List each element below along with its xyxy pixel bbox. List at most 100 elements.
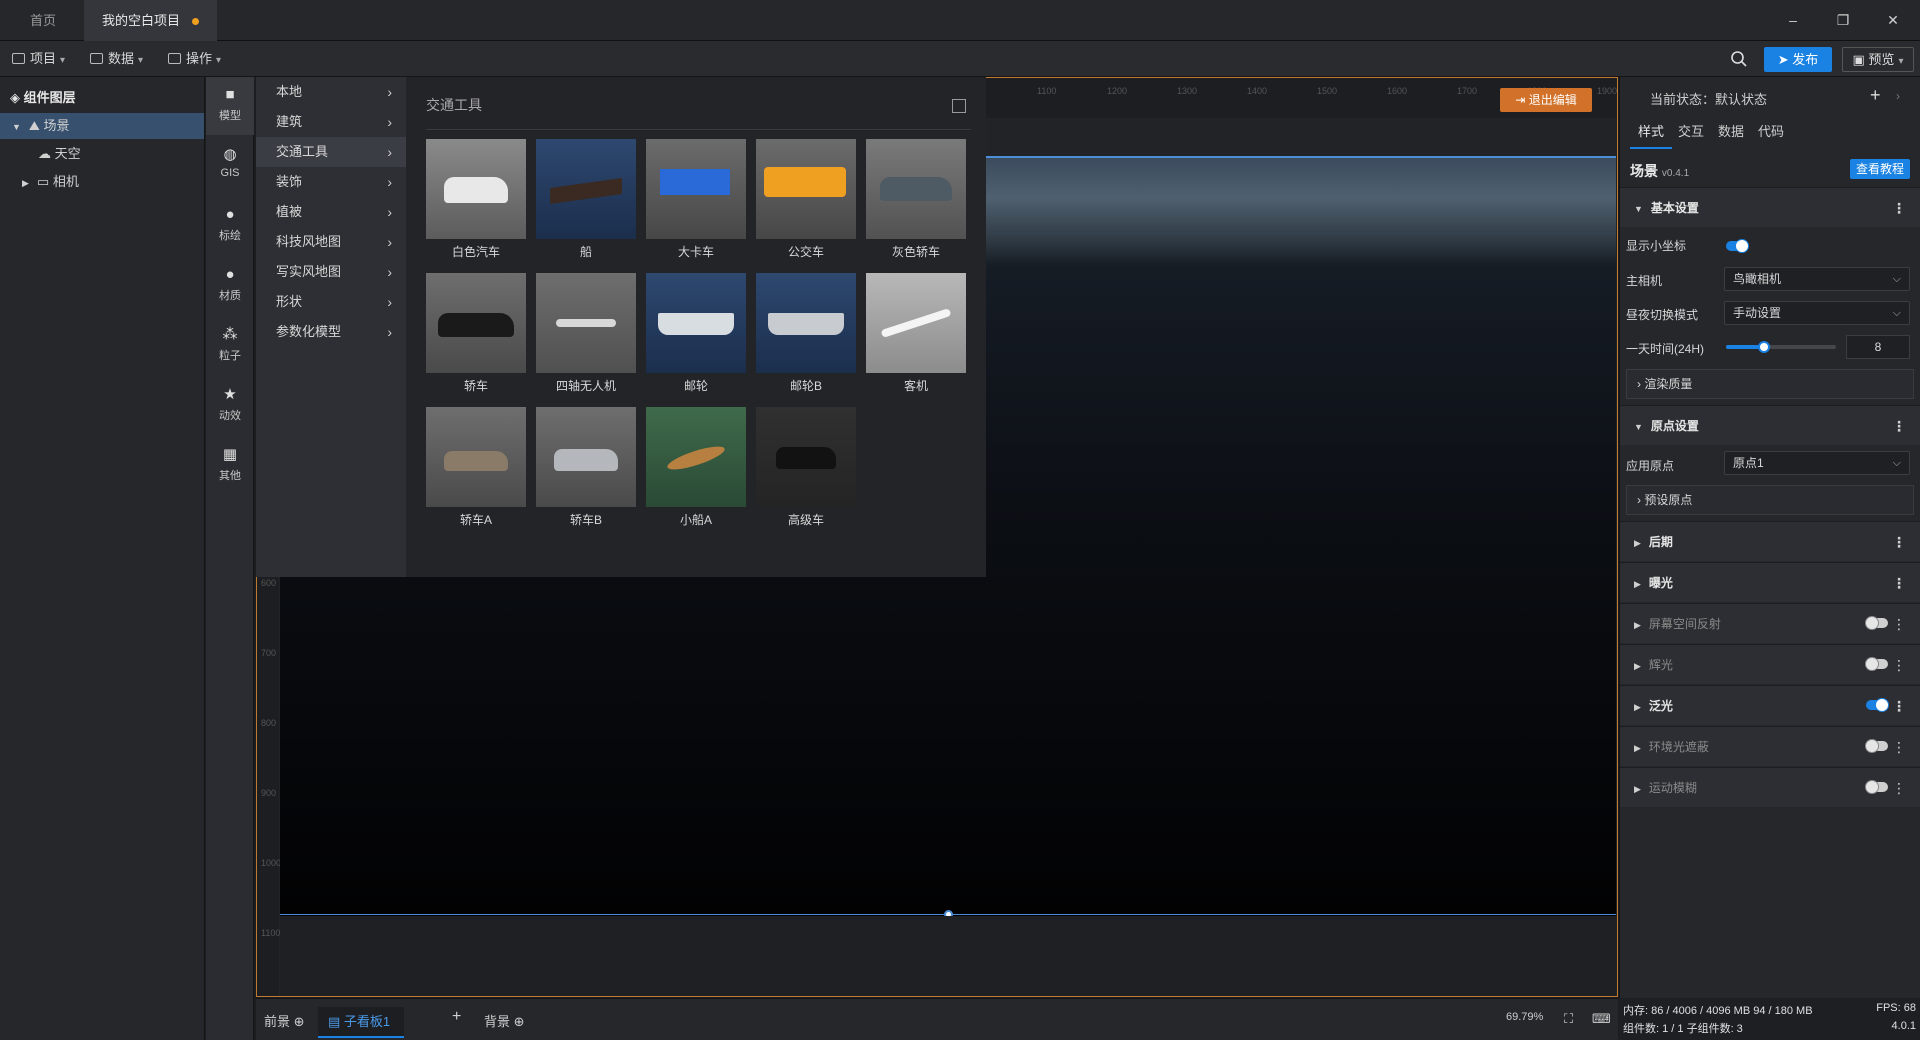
preview-button[interactable]: ▣ 预览 ▾ bbox=[1842, 47, 1914, 72]
bloom-toggle[interactable] bbox=[1866, 698, 1889, 712]
globe-icon: ◍ bbox=[223, 146, 237, 163]
tab-data[interactable]: 数据 bbox=[1718, 121, 1744, 140]
menu-data[interactable]: 数据 ▾ bbox=[90, 47, 143, 71]
more-icon[interactable]: ⋮ bbox=[1892, 522, 1906, 562]
model-thumb-airliner[interactable] bbox=[866, 273, 966, 373]
section-post[interactable]: ▶ 后期 ⋮ bbox=[1620, 521, 1920, 561]
rail-item-other[interactable]: ▦ 其他 bbox=[206, 437, 254, 495]
section-origin[interactable]: ▼ 原点设置 ⋮ bbox=[1620, 405, 1920, 445]
rail-item-material[interactable]: ● 材质 bbox=[206, 257, 254, 315]
glow-toggle[interactable] bbox=[1865, 657, 1888, 671]
layer-item-scene[interactable]: ▼ ⛰ 场景 bbox=[0, 113, 204, 139]
category-vegetation[interactable]: 植被 › bbox=[256, 197, 406, 227]
rail-item-effects[interactable]: ★ 动效 bbox=[206, 377, 254, 435]
section-glow[interactable]: ▶ 辉光 ⋮ bbox=[1620, 644, 1920, 684]
expand-triangle-icon[interactable]: ▶ bbox=[22, 178, 29, 188]
show-axis-toggle[interactable] bbox=[1726, 239, 1749, 253]
minimize-button[interactable]: – bbox=[1780, 8, 1806, 32]
more-icon[interactable]: ⋮ bbox=[1892, 768, 1906, 808]
more-icon[interactable]: ⋮ bbox=[1892, 727, 1906, 767]
add-state-button[interactable]: + bbox=[1870, 85, 1881, 106]
motion-blur-toggle[interactable] bbox=[1865, 780, 1888, 794]
send-icon: ➤ bbox=[1777, 52, 1793, 67]
time-input[interactable]: 8 bbox=[1846, 335, 1910, 359]
model-thumb-truck[interactable] bbox=[646, 139, 746, 239]
preset-origin-group[interactable]: › 预设原点 bbox=[1626, 485, 1914, 515]
category-parametric[interactable]: 参数化模型 › bbox=[256, 317, 406, 347]
section-exposure[interactable]: ▶ 曝光 ⋮ bbox=[1620, 562, 1920, 602]
exit-label: 退出编辑 bbox=[1528, 93, 1577, 107]
time-slider-thumb[interactable] bbox=[1758, 341, 1770, 353]
menu-operations[interactable]: 操作 ▾ bbox=[168, 47, 221, 71]
search-icon[interactable] bbox=[1730, 50, 1748, 68]
model-thumb-sedan[interactable] bbox=[426, 273, 526, 373]
main-camera-select[interactable]: 鸟瞰相机 ⌵ bbox=[1724, 267, 1910, 291]
category-building[interactable]: 建筑 › bbox=[256, 107, 406, 137]
fit-screen-icon[interactable]: ⛶ bbox=[1564, 1011, 1573, 1027]
expand-icon[interactable] bbox=[952, 99, 966, 113]
category-vehicles[interactable]: 交通工具 › bbox=[256, 137, 406, 167]
model-thumb-cruise[interactable] bbox=[646, 273, 746, 373]
category-decor[interactable]: 装饰 › bbox=[256, 167, 406, 197]
tab-code[interactable]: 代码 bbox=[1758, 121, 1784, 140]
apply-origin-select[interactable]: 原点1 ⌵ bbox=[1724, 451, 1910, 475]
more-icon[interactable]: ⋮ bbox=[1892, 188, 1906, 228]
more-icon[interactable]: ⋮ bbox=[1892, 563, 1906, 603]
rail-item-gis[interactable]: ◍ GIS bbox=[206, 137, 254, 195]
chevron-right-icon[interactable]: › bbox=[1896, 89, 1900, 103]
category-local[interactable]: 本地 › bbox=[256, 77, 406, 107]
model-thumb-boat-a[interactable] bbox=[646, 407, 746, 507]
model-thumb-sedan-b[interactable] bbox=[536, 407, 636, 507]
tab-board1[interactable]: ▤ 子看板1 bbox=[318, 1007, 405, 1038]
model-thumb-sedan-a[interactable] bbox=[426, 407, 526, 507]
layer-item-sky[interactable]: ☁ 天空 bbox=[0, 141, 204, 167]
tutorial-button[interactable]: 查看教程 bbox=[1850, 159, 1910, 179]
model-thumb-cruise-b[interactable] bbox=[756, 273, 856, 373]
section-ssr[interactable]: ▶ 屏幕空间反射 ⋮ bbox=[1620, 603, 1920, 643]
model-thumb-bus[interactable] bbox=[756, 139, 856, 239]
expand-triangle-icon[interactable]: ▼ bbox=[12, 122, 21, 132]
zoom-level[interactable]: 69.79% bbox=[1506, 1011, 1543, 1023]
add-circle-icon[interactable]: ⊕ bbox=[294, 1014, 305, 1029]
rail-item-plot[interactable]: ● 标绘 bbox=[206, 197, 254, 255]
more-icon[interactable]: ⋮ bbox=[1892, 406, 1906, 446]
add-circle-icon[interactable]: ⊕ bbox=[514, 1014, 525, 1029]
tab-interaction[interactable]: 交互 bbox=[1678, 121, 1704, 140]
layer-item-camera[interactable]: ▶ ▭ 相机 bbox=[0, 169, 204, 195]
tab-foreground[interactable]: 前景 ⊕ bbox=[264, 1011, 305, 1030]
model-thumb-gray-sedan[interactable] bbox=[866, 139, 966, 239]
tab-project[interactable]: 我的空白项目 bbox=[84, 0, 218, 41]
rail-item-particle[interactable]: ⁂ 粒子 bbox=[206, 317, 254, 375]
section-motion-blur[interactable]: ▶ 运动模糊 ⋮ bbox=[1620, 767, 1920, 807]
tab-home[interactable]: 首页 bbox=[12, 0, 74, 41]
category-real-map[interactable]: 写实风地图 › bbox=[256, 257, 406, 287]
section-basic[interactable]: ▼ 基本设置 ⋮ bbox=[1620, 187, 1920, 227]
more-icon[interactable]: ⋮ bbox=[1892, 604, 1906, 644]
category-shape[interactable]: 形状 › bbox=[256, 287, 406, 317]
add-board-button[interactable]: + bbox=[452, 1008, 461, 1026]
rail-item-model[interactable]: ■ 模型 bbox=[206, 77, 254, 135]
tab-background[interactable]: 背景 ⊕ bbox=[484, 1011, 525, 1030]
ssr-toggle[interactable] bbox=[1865, 616, 1888, 630]
section-ao[interactable]: ▶ 环境光遮蔽 ⋮ bbox=[1620, 726, 1920, 766]
publish-button[interactable]: ➤ 发布 bbox=[1764, 47, 1832, 72]
section-bloom[interactable]: ▶ 泛光 ⋮ bbox=[1620, 685, 1920, 725]
more-icon[interactable]: ⋮ bbox=[1892, 645, 1906, 685]
exit-edit-button[interactable]: ⇥ 退出编辑 bbox=[1500, 88, 1592, 112]
menu-project[interactable]: 项目 ▾ bbox=[12, 47, 65, 71]
daynight-select[interactable]: 手动设置 ⌵ bbox=[1724, 301, 1910, 325]
model-thumb-white-car[interactable] bbox=[426, 139, 526, 239]
model-thumb-luxury-car[interactable] bbox=[756, 407, 856, 507]
model-thumb-ship[interactable] bbox=[536, 139, 636, 239]
render-quality-group[interactable]: › 渲染质量 bbox=[1626, 369, 1914, 399]
tab-style[interactable]: 样式 bbox=[1638, 121, 1664, 140]
ao-toggle[interactable] bbox=[1865, 739, 1888, 753]
keyboard-icon[interactable]: ⌨ bbox=[1592, 1011, 1611, 1027]
close-button[interactable]: ✕ bbox=[1880, 8, 1906, 32]
more-icon[interactable]: ⋮ bbox=[1892, 686, 1906, 726]
category-tech-map[interactable]: 科技风地图 › bbox=[256, 227, 406, 257]
bus-shape bbox=[764, 167, 846, 197]
restore-button[interactable]: ❐ bbox=[1830, 8, 1856, 32]
time-slider-track[interactable] bbox=[1726, 345, 1836, 349]
model-thumb-drone[interactable] bbox=[536, 273, 636, 373]
